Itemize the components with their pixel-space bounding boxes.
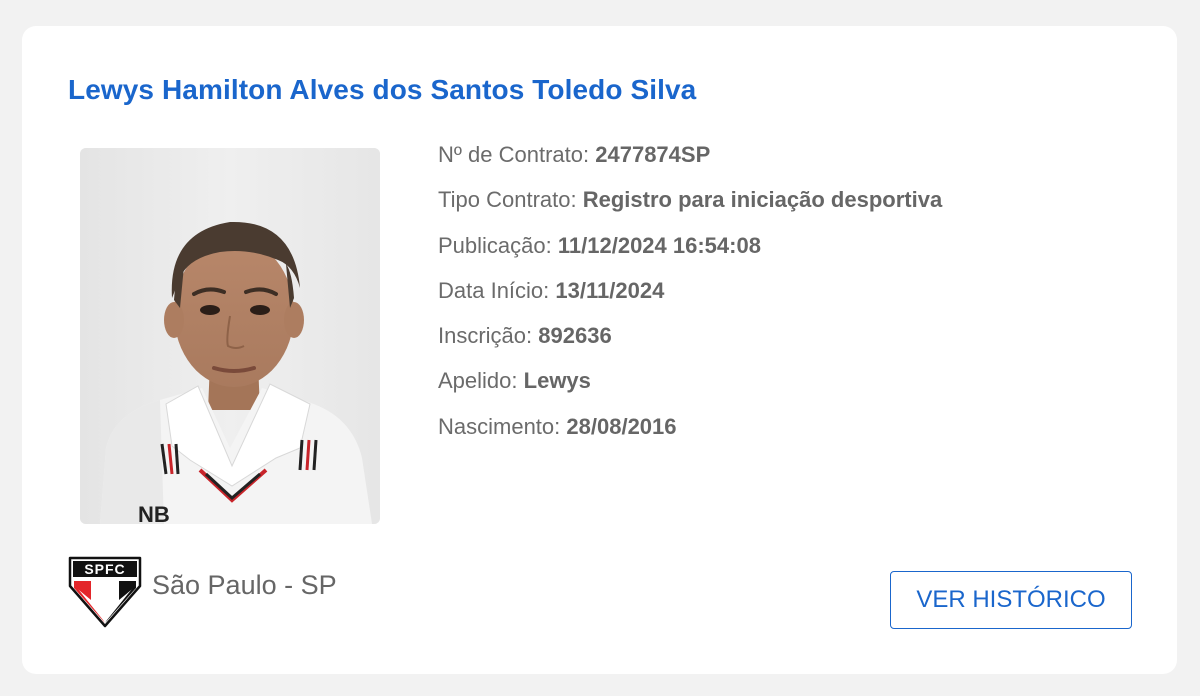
birth-date-row: Nascimento: 28/08/2016 [438,411,942,456]
crest-text: SPFC [84,561,125,577]
player-photo: NB [80,148,380,524]
club-name[interactable]: São Paulo - SP [152,570,337,601]
publication-value: 11/12/2024 16:54:08 [557,232,761,258]
contract-type-value: Registro para iniciação desportiva [582,187,943,213]
publication-label: Publicação: [438,232,552,258]
contract-details-list: Nº de Contrato: 2477874SP Tipo Contrato:… [438,139,942,456]
player-photo-image: NB [80,148,380,524]
registration-label: Inscrição: [438,323,533,349]
contract-type-label: Tipo Contrato: [438,187,577,213]
start-date-value: 13/11/2024 [555,277,665,303]
contract-number-label: Nº de Contrato: [438,142,590,167]
player-name[interactable]: Lewys Hamilton Alves dos Santos Toledo S… [68,74,696,106]
club-info: SPFC São Paulo - SP [68,556,337,628]
registration-value: 892636 [538,323,612,349]
publication-row: Publicação: 11/12/2024 16:54:08 [438,230,942,275]
registration-row: Inscrição: 892636 [438,320,942,365]
svg-text:NB: NB [138,502,170,524]
nickname-value: Lewys [523,368,591,394]
spfc-crest-icon: SPFC [68,556,142,628]
start-date-label: Data Início: [438,277,550,303]
birth-date-value: 28/08/2016 [566,413,677,439]
contract-number-value: 2477874SP [595,142,711,167]
contract-type-row: Tipo Contrato: Registro para iniciação d… [438,184,942,229]
nickname-label: Apelido: [438,368,518,394]
view-history-button[interactable]: VER HISTÓRICO [890,571,1132,629]
player-card: Lewys Hamilton Alves dos Santos Toledo S… [22,26,1177,674]
birth-date-label: Nascimento: [438,413,561,439]
contract-number-row: Nº de Contrato: 2477874SP [438,139,942,184]
nickname-row: Apelido: Lewys [438,365,942,410]
start-date-row: Data Início: 13/11/2024 [438,275,942,320]
